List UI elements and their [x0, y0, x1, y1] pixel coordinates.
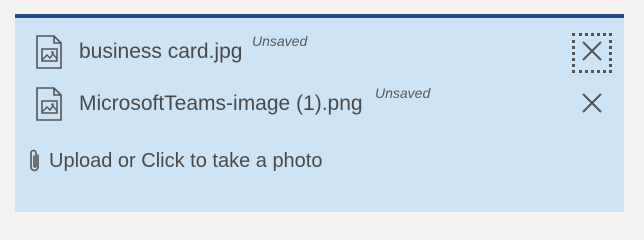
attachment-item: business card.jpg Unsaved — [15, 33, 624, 73]
image-file-icon — [35, 35, 63, 69]
unsaved-status: Unsaved — [375, 85, 431, 101]
close-icon — [581, 92, 603, 119]
image-file-icon — [35, 87, 63, 121]
upload-photo-button[interactable]: Upload or Click to take a photo — [27, 146, 323, 176]
remove-attachment-button[interactable] — [572, 85, 612, 125]
attachment-item: MicrosoftTeams-image (1).png Unsaved — [15, 85, 624, 125]
unsaved-status: Unsaved — [252, 33, 308, 49]
attachments-panel: business card.jpg Unsaved MicrosoftTeams… — [15, 14, 624, 212]
upload-label: Upload or Click to take a photo — [49, 149, 323, 172]
remove-attachment-button[interactable] — [572, 33, 612, 73]
attachment-file-name[interactable]: business card.jpg — [79, 40, 242, 64]
attachment-file-name[interactable]: MicrosoftTeams-image (1).png — [79, 92, 363, 116]
close-icon — [581, 40, 603, 67]
paperclip-icon — [27, 148, 43, 174]
